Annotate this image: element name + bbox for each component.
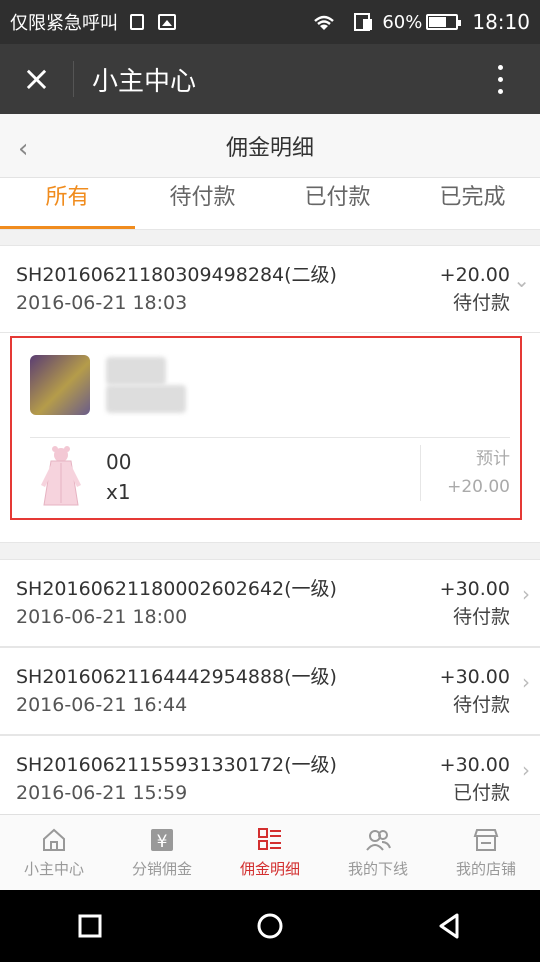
nav-store-label: 我的店铺	[455, 860, 516, 878]
people-icon	[366, 830, 391, 851]
nav-commission-detail[interactable]: 佣金明细	[216, 815, 324, 890]
order-status: 待付款	[452, 606, 510, 628]
product-name: 00	[106, 450, 132, 474]
order-number: SH20160621155931330172(一级)	[16, 754, 337, 776]
svg-text:¥: ¥	[157, 832, 168, 852]
tab-paid[interactable]: 已付款	[270, 178, 405, 229]
order-amount: +30.00	[439, 666, 510, 688]
nav-my-downline[interactable]: 我的下线	[324, 815, 432, 890]
chevron-right-icon[interactable]: ›	[522, 758, 530, 782]
tab-pending-payment[interactable]: 待付款	[135, 178, 270, 229]
close-icon[interactable]: ×	[0, 59, 74, 99]
order-date: 2016-06-21 18:00	[16, 606, 188, 628]
store-icon	[473, 829, 499, 851]
image-notification-icon	[158, 14, 176, 30]
chevron-down-icon[interactable]: ⌄	[513, 268, 530, 292]
sim-card-icon	[354, 13, 373, 31]
page-title: 佣金明细	[225, 135, 314, 161]
order-detail: 微 00 x1 预计 +20	[0, 333, 540, 543]
divider	[30, 437, 510, 438]
system-navigation-bar	[0, 890, 540, 962]
order-number: SH20160621164442954888(一级)	[16, 666, 337, 688]
wifi-icon	[314, 15, 335, 30]
page-header: ‹ 佣金明细	[0, 114, 540, 178]
sim-notification-icon	[130, 14, 144, 30]
chevron-right-icon[interactable]: ›	[522, 670, 530, 694]
app-title: 小主中心	[92, 66, 197, 97]
order-amount: +20.00	[439, 264, 510, 286]
nav-home-label: 小主中心	[23, 860, 84, 878]
bottom-nav: 小主中心 ¥ 分销佣金 佣金明细 我的下线 我的店铺	[0, 814, 540, 890]
nav-distribution-label: 分销佣金	[131, 860, 192, 878]
order-amount: +30.00	[439, 754, 510, 776]
recent-apps-icon[interactable]	[75, 911, 105, 941]
filter-tabs: 所有 待付款 已付款 已完成	[0, 178, 540, 230]
yen-icon: ¥	[151, 829, 173, 852]
expected-commission: 预计 +20.00	[420, 445, 510, 501]
clock: 18:10	[472, 10, 530, 34]
buyer-subtitle: 微	[106, 385, 186, 413]
order-status: 待付款	[452, 292, 510, 314]
order-date: 2016-06-21 18:03	[16, 292, 188, 314]
nav-commission-detail-label: 佣金明细	[239, 860, 300, 878]
home-icon	[43, 828, 65, 851]
tab-all[interactable]: 所有	[0, 178, 135, 229]
nav-distribution-commission[interactable]: ¥ 分销佣金	[108, 815, 216, 890]
buyer-info: 微	[30, 355, 186, 415]
avatar	[30, 355, 90, 415]
order-status: 已付款	[452, 782, 510, 804]
battery-icon	[426, 14, 462, 30]
back-icon[interactable]: ‹	[18, 134, 28, 164]
nav-home[interactable]: 小主中心	[0, 815, 108, 890]
list-icon	[258, 828, 281, 850]
product-quantity: x1	[106, 480, 131, 504]
order-date: 2016-06-21 16:44	[16, 694, 188, 716]
nav-my-store[interactable]: 我的店铺	[432, 815, 540, 890]
expected-amount: +20.00	[447, 477, 510, 497]
commission-list: SH20160621180309498284(二级) 2016-06-21 18…	[0, 245, 540, 823]
chevron-right-icon[interactable]: ›	[522, 582, 530, 606]
tab-completed[interactable]: 已完成	[405, 178, 540, 229]
home-button-icon[interactable]	[255, 911, 285, 941]
list-item[interactable]: SH20160621180002602642(一级) 2016-06-21 18…	[0, 559, 540, 647]
more-options-icon[interactable]	[460, 64, 540, 94]
buyer-name	[106, 357, 166, 385]
order-number: SH20160621180309498284(二级)	[16, 264, 337, 286]
order-date: 2016-06-21 15:59	[16, 782, 188, 804]
carrier-text: 仅限紧急呼叫	[10, 13, 118, 34]
product-image	[36, 445, 86, 509]
list-item[interactable]: SH20160621164442954888(一级) 2016-06-21 16…	[0, 647, 540, 735]
status-bar: 仅限紧急呼叫 60% 18:10	[0, 0, 540, 44]
order-number: SH20160621180002602642(一级)	[16, 578, 337, 600]
app-bar: × 小主中心	[0, 44, 540, 114]
list-item[interactable]: SH20160621180309498284(二级) 2016-06-21 18…	[0, 245, 540, 333]
list-item[interactable]: SH20160621155931330172(一级) 2016-06-21 15…	[0, 735, 540, 823]
battery-percent: 60%	[382, 11, 423, 33]
expected-label: 预计	[476, 449, 510, 469]
nav-downline-label: 我的下线	[347, 860, 408, 878]
back-button-icon[interactable]	[435, 911, 465, 941]
order-amount: +30.00	[439, 578, 510, 600]
product-info: 00 x1	[36, 445, 131, 509]
order-status: 待付款	[452, 694, 510, 716]
